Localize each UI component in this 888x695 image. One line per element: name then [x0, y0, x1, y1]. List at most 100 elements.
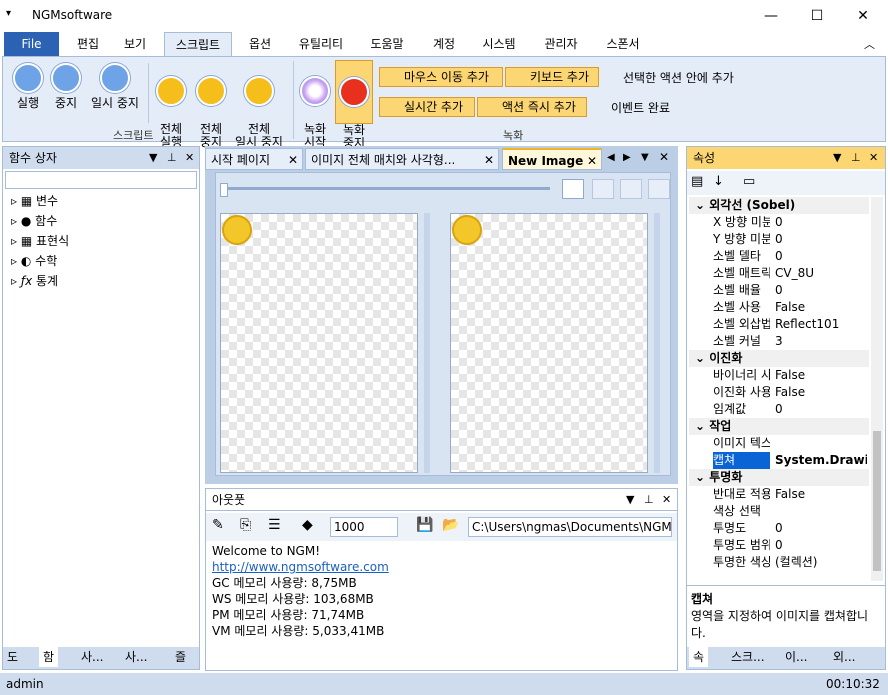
tab-script[interactable]: 스크립트	[164, 32, 232, 57]
maximize-button[interactable]: ☐	[794, 0, 840, 32]
bottom-tab-5[interactable]: 즐	[175, 647, 186, 667]
doc-tab-new-image[interactable]: New Image ✕	[502, 148, 602, 170]
line-count-stepper[interactable]: 1000	[330, 517, 398, 537]
close-button[interactable]: ✕	[840, 0, 886, 32]
property-value[interactable]: (컬렉션)	[775, 554, 867, 571]
property-row[interactable]: 투명도 범위 0	[689, 537, 869, 554]
bottom-tab-3[interactable]: 사...	[81, 647, 103, 667]
dropdown-icon[interactable]: ▼	[149, 147, 157, 169]
tab-utility[interactable]: 유틸리티	[290, 32, 352, 56]
property-value[interactable]: 0	[775, 231, 867, 248]
pin-icon[interactable]: ⊥	[851, 147, 861, 169]
insert-selected-button[interactable]: 선택한 액션 안에 추가	[601, 69, 734, 86]
event-complete-button[interactable]: 이벤트 완료	[589, 99, 670, 116]
tab-list-icon[interactable]: ▼	[641, 152, 649, 163]
bottom-tab-script[interactable]: 스크...	[731, 647, 765, 667]
folder-icon[interactable]: 📂	[442, 517, 459, 533]
property-value[interactable]: 3	[775, 333, 867, 350]
record-stop-button[interactable]: 녹화 중지	[335, 60, 373, 150]
tab-help[interactable]: 도움말	[362, 32, 412, 56]
pin-icon[interactable]: ⊥	[644, 489, 654, 511]
tab-edit[interactable]: 편집	[68, 32, 108, 56]
tab-options[interactable]: 옵션	[240, 32, 280, 56]
close-icon[interactable]: ✕	[185, 147, 194, 169]
property-row[interactable]: 소벨 델타 0	[689, 248, 869, 265]
bottom-tab-4[interactable]: 사...	[125, 647, 147, 667]
close-icon[interactable]: ✕	[662, 489, 671, 511]
sort-alpha-icon[interactable]: ↓	[713, 174, 724, 189]
splitter[interactable]	[424, 213, 430, 473]
add-keyboard-button[interactable]: 키보드 추가	[505, 67, 599, 87]
scroll-right-icon[interactable]: ▶	[623, 152, 631, 163]
expand-icon[interactable]: ⌄	[689, 419, 709, 433]
pause-button[interactable]: 일시 중지	[87, 63, 143, 110]
bottom-tab-properties[interactable]: 속	[689, 647, 709, 667]
quick-access-menu[interactable]: ▾	[6, 8, 11, 19]
tab-sponsor[interactable]: 스폰서	[598, 32, 648, 56]
add-mouse-move-button[interactable]: 마우스 이동 추가	[379, 67, 503, 87]
source-image-canvas[interactable]	[220, 213, 418, 473]
tab-system[interactable]: 시스템	[474, 32, 524, 56]
pin-icon[interactable]: ⊥	[167, 147, 177, 169]
property-value[interactable]: 0	[775, 282, 867, 299]
list-icon[interactable]: ☰	[268, 517, 281, 533]
stop-button[interactable]: 중지	[47, 63, 85, 110]
expand-icon[interactable]: ⌄	[689, 351, 709, 365]
property-row[interactable]: 소벨 사용 False	[689, 299, 869, 316]
pause-all-button[interactable]: 전체 일시 중지	[231, 63, 287, 149]
tree-item-variable[interactable]: ▹ ▦ 변수	[11, 191, 191, 211]
doc-tab-start[interactable]: 시작 페이지 ✕	[205, 148, 303, 170]
collapse-ribbon-icon[interactable]: ︿	[864, 36, 875, 52]
clear-icon[interactable]: ✎	[212, 517, 224, 533]
doc-tab-image-match[interactable]: 이미지 전체 매치와 사각형... ✕	[305, 148, 499, 170]
bottom-tab-1[interactable]: 도	[7, 647, 18, 667]
zoom-slider-track[interactable]	[220, 187, 550, 190]
expand-icon[interactable]: ⌄	[689, 470, 709, 484]
close-icon[interactable]: ✕	[587, 150, 597, 172]
tree-item-expression[interactable]: ▹ ▦ 표현식	[11, 231, 191, 251]
tree-item-stats[interactable]: ▹ ƒx 통계	[11, 271, 191, 291]
splitter[interactable]	[654, 213, 660, 473]
add-instant-action-button[interactable]: 액션 즉시 추가	[477, 97, 587, 117]
property-row[interactable]: 소벨 커널 3	[689, 333, 869, 350]
capture-icon[interactable]	[562, 179, 584, 199]
tab-view[interactable]: 보기	[115, 32, 155, 56]
path-field[interactable]: C:\Users\ngmas\Documents\NGM6\	[468, 517, 672, 537]
result-image-canvas[interactable]	[450, 213, 648, 473]
close-icon[interactable]: ✕	[659, 150, 669, 164]
scrollbar-thumb[interactable]	[873, 431, 881, 571]
property-pages-icon[interactable]: ▭	[743, 174, 755, 189]
copy-icon[interactable]: ⎘	[240, 517, 251, 533]
property-row[interactable]: 이진화 사용 False	[689, 384, 869, 401]
tab-account[interactable]: 계정	[424, 32, 464, 56]
property-row[interactable]: 소벨 외삽법 Reflect101	[689, 316, 869, 333]
close-icon[interactable]: ✕	[869, 147, 878, 169]
run-all-button[interactable]: 전체 실행	[151, 63, 191, 149]
tree-item-function[interactable]: ▹ ● 함수	[11, 211, 191, 231]
property-value[interactable]: 0	[775, 214, 867, 231]
property-row[interactable]: 캡쳐 System.Drawing	[689, 452, 869, 469]
categorized-icon[interactable]: ▤	[691, 174, 703, 189]
add-realtime-button[interactable]: 실시간 추가	[379, 97, 475, 117]
zoom-slider-thumb[interactable]	[220, 183, 228, 197]
bottom-tab-2[interactable]: 함	[39, 647, 59, 667]
function-search-input[interactable]	[5, 171, 197, 189]
save-icon[interactable]: 💾	[416, 517, 433, 533]
close-icon[interactable]: ✕	[288, 149, 298, 171]
image-icon[interactable]	[620, 179, 642, 199]
property-row[interactable]: X 방향 미분 0	[689, 214, 869, 231]
property-category[interactable]: ⌄ 이진화	[689, 350, 869, 367]
stop-all-button[interactable]: 전체 중지	[191, 63, 231, 149]
property-value[interactable]: False	[775, 384, 867, 401]
property-row[interactable]: 투명도 0	[689, 520, 869, 537]
property-category[interactable]: ⌄ 작업	[689, 418, 869, 435]
scroll-left-icon[interactable]: ◀	[607, 152, 615, 163]
property-row[interactable]: Y 방향 미분 0	[689, 231, 869, 248]
property-value[interactable]: False	[775, 486, 867, 503]
property-value[interactable]: 0	[775, 520, 867, 537]
tree-item-math[interactable]: ▹ ◐ 수학	[11, 251, 191, 271]
property-row[interactable]: 임계값 0	[689, 401, 869, 418]
property-row[interactable]: 소벨 배율 0	[689, 282, 869, 299]
property-value[interactable]: False	[775, 299, 867, 316]
property-value[interactable]: False	[775, 367, 867, 384]
